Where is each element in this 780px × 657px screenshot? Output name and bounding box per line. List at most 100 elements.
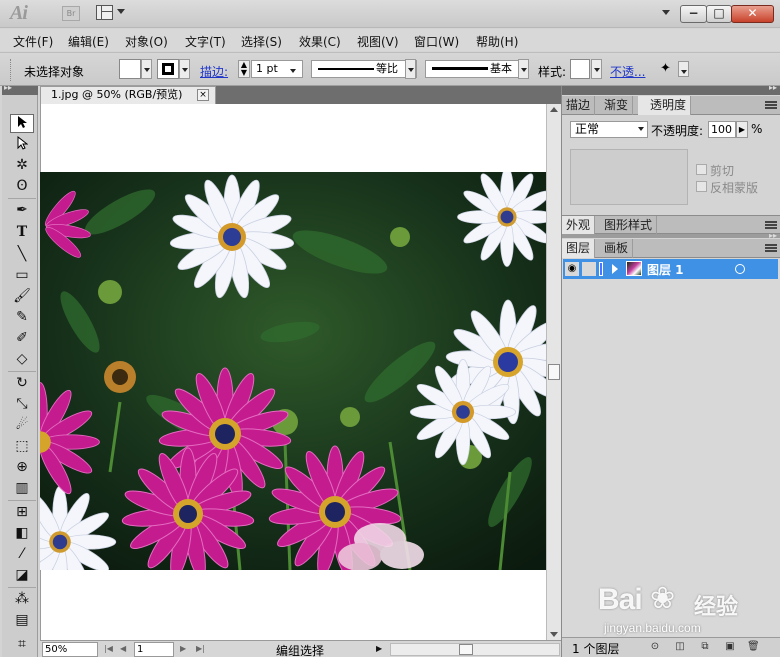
free-transform-tool[interactable]: ⬚: [10, 437, 34, 456]
magic-wand-tool[interactable]: ✲: [10, 156, 34, 175]
tab-appearance[interactable]: 外观: [562, 216, 596, 235]
arrange-documents-button[interactable]: [96, 5, 128, 21]
blend-tool[interactable]: ◪: [10, 566, 34, 585]
maximize-button[interactable]: □: [706, 5, 732, 23]
brush-definition[interactable]: 基本: [425, 60, 521, 78]
eyedropper-tool[interactable]: ⁄: [10, 545, 34, 564]
menu-edit[interactable]: 编辑(E): [68, 33, 109, 50]
profile-dropdown[interactable]: [405, 59, 416, 79]
paintbrush-tool[interactable]: 🖌: [10, 287, 34, 306]
warp-tool[interactable]: ☄: [10, 416, 34, 435]
magic-wand-icon[interactable]: ✦: [660, 61, 676, 77]
gradient-tool[interactable]: ◧: [10, 524, 34, 543]
horizontal-scroll-thumb[interactable]: [459, 644, 473, 655]
graphic-style-dropdown[interactable]: [591, 59, 602, 79]
menu-file[interactable]: 文件(F): [13, 33, 53, 50]
panel-menu-icon[interactable]: [765, 221, 777, 229]
menu-type[interactable]: 文字(T): [185, 33, 226, 50]
scale-tool[interactable]: ⤡: [10, 395, 34, 414]
stroke-dropdown[interactable]: [179, 59, 190, 79]
graphic-style-swatch[interactable]: [570, 59, 590, 79]
clip-checkbox[interactable]: [696, 164, 707, 175]
tab-stroke[interactable]: 描边: [562, 96, 596, 115]
mesh-tool[interactable]: ⊞: [10, 503, 34, 522]
tools-panel-header[interactable]: [2, 83, 38, 95]
tab-gradient[interactable]: 渐变: [600, 96, 634, 115]
type-tool[interactable]: T: [10, 223, 34, 242]
fill-dropdown[interactable]: [141, 59, 152, 79]
panel-menu-icon[interactable]: [765, 101, 777, 109]
rotate-tool[interactable]: ↻: [10, 374, 34, 393]
vertical-scroll-thumb[interactable]: [548, 364, 560, 380]
minimize-button[interactable]: −: [680, 5, 707, 23]
placed-flower-photo[interactable]: [40, 172, 546, 570]
panel-dock-header[interactable]: [562, 83, 780, 95]
vertical-scrollbar[interactable]: [546, 104, 561, 640]
direct-selection-tool[interactable]: [10, 135, 34, 155]
menu-effect[interactable]: 效果(C): [299, 33, 341, 50]
control-panel-menu[interactable]: [678, 61, 689, 77]
pencil-tool[interactable]: ✎: [10, 308, 34, 327]
opacity-input[interactable]: 100: [708, 121, 736, 138]
close-tab-icon[interactable]: ×: [197, 89, 209, 101]
status-text[interactable]: 编组选择: [276, 642, 324, 657]
invert-mask-checkbox[interactable]: [696, 181, 707, 192]
previous-artboard-icon[interactable]: ◀: [120, 644, 126, 653]
artboard-tool[interactable]: ⌗: [10, 635, 34, 654]
variable-width-profile[interactable]: 等比: [311, 60, 417, 78]
opacity-link[interactable]: 不透...: [610, 63, 645, 80]
tab-artboards[interactable]: 画板: [600, 239, 634, 258]
control-bar-gripper[interactable]: [10, 59, 14, 81]
transparency-panel-tabs: 描边 渐变 透明度: [562, 96, 780, 115]
menu-window[interactable]: 窗口(W): [414, 33, 459, 50]
pen-tool[interactable]: ✒: [10, 201, 34, 220]
opacity-slider-toggle[interactable]: ▶: [736, 121, 748, 138]
column-graph-tool[interactable]: ▤: [10, 611, 34, 630]
first-artboard-icon[interactable]: |◀: [104, 644, 113, 653]
line-tool[interactable]: ╲: [10, 245, 34, 264]
lasso-tool[interactable]: ʘ: [10, 177, 34, 196]
menu-view[interactable]: 视图(V): [357, 33, 399, 50]
symbol-sprayer-tool[interactable]: ⁂: [10, 590, 34, 609]
layer-row[interactable]: ◉ 图层 1: [563, 259, 778, 279]
scroll-down-icon[interactable]: [550, 632, 558, 637]
rectangle-tool[interactable]: ▭: [10, 266, 34, 285]
stroke-weight-stepper[interactable]: ▲ ▼: [238, 60, 250, 78]
next-artboard-icon[interactable]: ▶: [180, 644, 186, 653]
tab-transparency[interactable]: 透明度: [638, 96, 692, 115]
shape-builder-tool[interactable]: ⊕: [10, 458, 34, 477]
tab-layers[interactable]: 图层: [562, 239, 596, 258]
last-artboard-icon[interactable]: ▶|: [196, 644, 205, 653]
stroke-panel-link[interactable]: 描边:: [200, 63, 228, 80]
eraser-tool[interactable]: ◇: [10, 350, 34, 369]
status-menu-icon[interactable]: ▶: [376, 644, 382, 653]
menu-select[interactable]: 选择(S): [241, 33, 282, 50]
artboard-number-select[interactable]: 1: [134, 642, 174, 657]
brush-dropdown[interactable]: [518, 59, 529, 79]
workspace-menu-icon[interactable]: [662, 10, 670, 15]
menu-object[interactable]: 对象(O): [125, 33, 168, 50]
selection-tool[interactable]: [10, 114, 34, 133]
tab-graphic-styles[interactable]: 图形样式: [600, 216, 658, 235]
tool-separator: [8, 587, 36, 588]
expand-layer-icon[interactable]: [612, 264, 618, 274]
horizontal-scrollbar[interactable]: [390, 643, 560, 656]
brush-preview-icon: [432, 67, 488, 70]
document-tab[interactable]: 1.jpg @ 50% (RGB/预览) ×: [40, 86, 216, 104]
bridge-button[interactable]: Br: [62, 6, 80, 21]
visibility-eye-icon[interactable]: ◉: [565, 262, 579, 276]
lock-toggle[interactable]: [582, 262, 596, 276]
scroll-up-icon[interactable]: [550, 107, 558, 112]
graph-tool[interactable]: ▥: [10, 479, 34, 498]
blob-brush-tool[interactable]: ✐: [10, 329, 34, 348]
layer-name[interactable]: 图层 1: [647, 261, 684, 278]
mask-thumbnail-area[interactable]: [570, 149, 688, 205]
chevron-down-icon: [117, 9, 125, 14]
menu-help[interactable]: 帮助(H): [476, 33, 518, 50]
fill-swatch[interactable]: [119, 59, 141, 79]
stroke-swatch[interactable]: [157, 59, 179, 79]
panel-menu-icon[interactable]: [765, 244, 777, 252]
zoom-select[interactable]: 50%: [42, 642, 98, 657]
layer-target-icon[interactable]: [735, 264, 745, 274]
close-button[interactable]: ✕: [731, 5, 774, 23]
